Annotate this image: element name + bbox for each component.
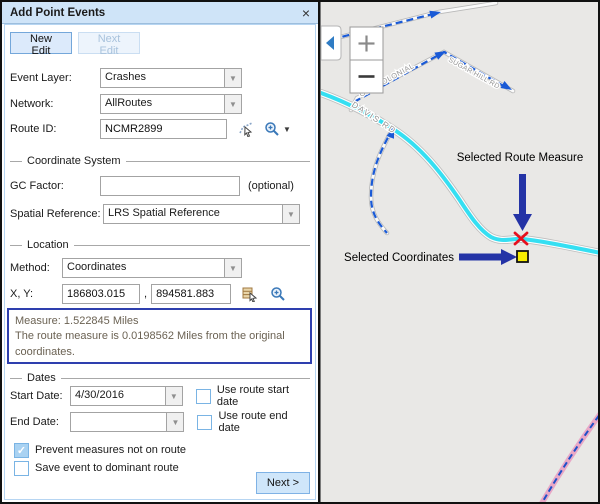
chevron-down-icon[interactable]: ▼ (166, 413, 183, 431)
next-edit-button: Next Edit (78, 32, 140, 54)
close-icon[interactable]: × (302, 6, 310, 20)
pink-road (539, 410, 600, 502)
use-route-start-date-checkbox[interactable] (196, 389, 211, 404)
map-zoom-control (350, 27, 383, 93)
spatial-reference-value: LRS Spatial Reference (104, 205, 282, 223)
prevent-measures-checkbox[interactable]: ✓ (14, 443, 29, 458)
highlighted-route (321, 93, 600, 253)
route-id-label: Route ID: (10, 123, 100, 135)
chevron-down-icon[interactable]: ▼ (282, 205, 299, 223)
event-layer-row: Event Layer: Crashes ▼ (10, 68, 310, 88)
end-date-dropdown[interactable]: ▼ (70, 412, 184, 432)
start-date-label: Start Date: (10, 390, 70, 402)
road-label-davis: DAVIS RD (350, 99, 399, 135)
start-date-dropdown[interactable]: 4/30/2016 ▼ (70, 386, 183, 406)
check-icon: ✓ (17, 444, 26, 457)
selected-route-measure-label: Selected Route Measure (457, 152, 584, 164)
network-dropdown[interactable]: AllRoutes ▼ (100, 94, 242, 114)
gc-factor-input[interactable] (100, 176, 240, 196)
location-separator: Location (10, 238, 310, 252)
down-arrow-icon (513, 174, 532, 231)
start-date-row: Start Date: 4/30/2016 ▼ Use route start … (10, 386, 310, 406)
xy-label: X, Y: (10, 288, 62, 300)
gc-factor-label: GC Factor: (10, 180, 100, 192)
coordinate-system-section-label: Coordinate System (27, 155, 121, 167)
chevron-down-icon[interactable]: ▼ (224, 259, 241, 277)
location-section-label: Location (27, 239, 69, 251)
method-dropdown[interactable]: Coordinates ▼ (62, 258, 242, 278)
road-label-sugar-hill: SUGAR HILL RD (447, 57, 501, 91)
selected-coordinates-label: Selected Coordinates (344, 252, 454, 264)
chevron-down-icon[interactable]: ▼ (224, 95, 241, 113)
method-value: Coordinates (63, 259, 224, 277)
measure-value-text: Measure: 1.522845 Miles (15, 314, 304, 329)
dashed-blue-routes (321, 13, 507, 233)
select-route-on-map-icon[interactable] (237, 120, 255, 138)
route-id-input[interactable] (100, 119, 227, 139)
screenshot-root: Add Point Events × New Edit Next Edit Ev… (0, 0, 600, 504)
right-arrow-icon (459, 249, 517, 265)
event-layer-dropdown[interactable]: Crashes ▼ (100, 68, 242, 88)
gc-factor-row: GC Factor: (optional) (10, 176, 310, 196)
prevent-measures-label: Prevent measures not on route (35, 444, 186, 456)
save-dominant-checkbox[interactable] (14, 461, 29, 476)
chevron-down-icon[interactable]: ▼ (224, 69, 241, 87)
panel-titlebar: Add Point Events × (2, 2, 318, 24)
zoom-to-location-icon[interactable] (269, 285, 287, 303)
chevron-down-icon[interactable]: ▼ (165, 387, 182, 405)
route-id-row: Route ID: ▼ (10, 119, 310, 139)
network-value: AllRoutes (101, 95, 224, 113)
map-canvas: DAVIS RD OLD COLONIAL SUGAR HILL RD Sele… (321, 2, 600, 502)
edit-buttons-row: New Edit Next Edit (10, 33, 310, 53)
spatial-reference-dropdown[interactable]: LRS Spatial Reference ▼ (103, 204, 300, 224)
measure-offset-text: The route measure is 0.0198562 Miles fro… (15, 329, 304, 360)
start-date-value: 4/30/2016 (71, 387, 165, 405)
end-date-label: End Date: (10, 416, 70, 428)
end-date-row: End Date: ▼ Use route end date (10, 412, 310, 432)
end-date-value (71, 413, 166, 431)
spatial-reference-row: Spatial Reference: LRS Spatial Reference… (10, 204, 310, 224)
use-route-end-date-checkbox[interactable] (197, 415, 212, 430)
y-coordinate-input[interactable] (151, 284, 231, 304)
network-row: Network: AllRoutes ▼ (10, 94, 310, 114)
network-label: Network: (10, 98, 100, 110)
dates-separator: Dates (10, 371, 310, 385)
collapse-panel-tab[interactable] (321, 26, 341, 60)
dates-section-label: Dates (27, 372, 56, 384)
use-route-start-date-label: Use route start date (217, 384, 310, 408)
spatial-reference-label: Spatial Reference: (10, 208, 103, 220)
prevent-measures-row: ✓ Prevent measures not on route (14, 440, 310, 460)
coordinates-square-marker (517, 251, 528, 262)
xy-row: X, Y: , (10, 284, 310, 304)
map-view[interactable]: DAVIS RD OLD COLONIAL SUGAR HILL RD Sele… (320, 2, 600, 502)
zoom-to-route-icon[interactable] (263, 120, 281, 138)
chevron-down-icon[interactable]: ▼ (283, 125, 291, 134)
panel-title: Add Point Events (10, 7, 105, 19)
event-layer-value: Crashes (101, 69, 224, 87)
method-label: Method: (10, 262, 62, 274)
coordinate-system-separator: Coordinate System (10, 154, 310, 168)
x-coordinate-input[interactable] (62, 284, 140, 304)
optional-hint: (optional) (248, 180, 294, 192)
new-edit-button[interactable]: New Edit (10, 32, 72, 54)
next-button[interactable]: Next > (256, 472, 310, 494)
method-row: Method: Coordinates ▼ (10, 258, 310, 278)
add-point-events-panel: Add Point Events × New Edit Next Edit Ev… (2, 2, 318, 502)
xy-comma: , (144, 288, 147, 300)
measure-message-box: Measure: 1.522845 Miles The route measur… (7, 308, 312, 364)
save-dominant-label: Save event to dominant route (35, 462, 179, 474)
select-coordinates-on-map-icon[interactable] (241, 285, 259, 303)
use-route-end-date-label: Use route end date (218, 410, 310, 434)
event-layer-label: Event Layer: (10, 72, 100, 84)
